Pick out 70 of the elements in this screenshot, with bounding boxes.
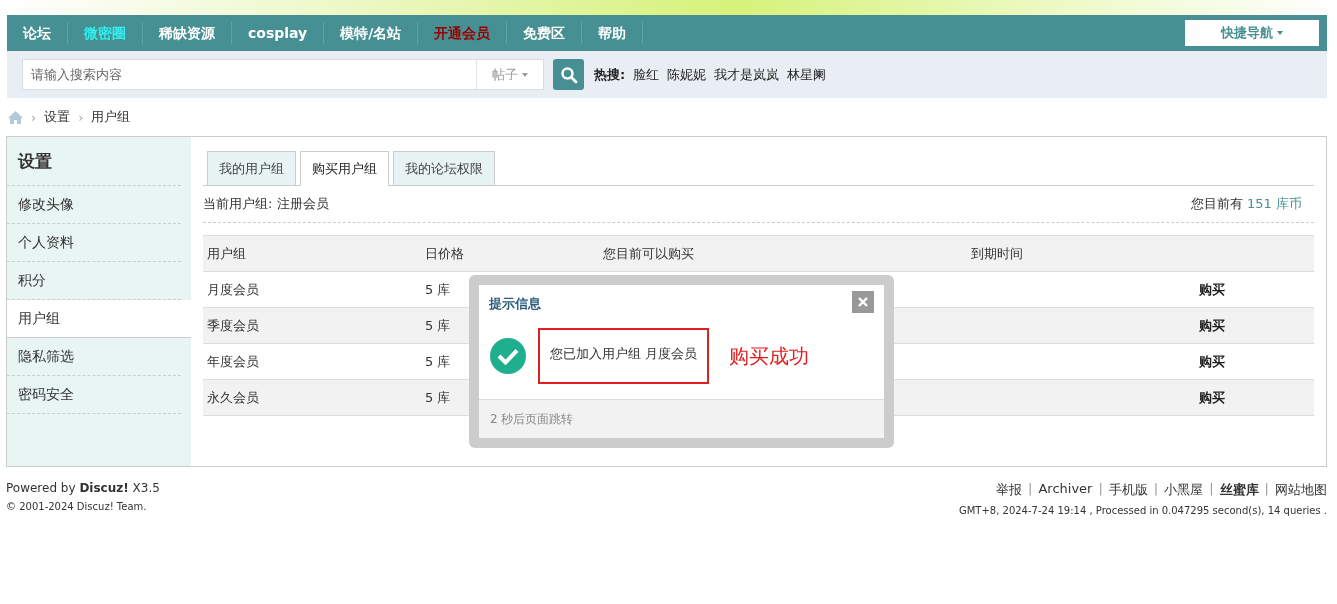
current-group-text: 当前用户组: 注册会员 [203, 195, 329, 213]
table-cell: 5 库 [425, 353, 451, 369]
footer-link[interactable]: 丝蜜库 [1219, 481, 1259, 499]
buy-link[interactable]: 购买 [1149, 317, 1225, 333]
table-cell: 年度会员 [207, 353, 259, 369]
column-header: 到期时间 [971, 245, 1023, 261]
hot-search-link[interactable]: 我才是岚岚 [714, 65, 780, 84]
copyright-text: © 2001-2024 Discuz! Team. [6, 501, 148, 512]
table-cell: 季度会员 [207, 317, 259, 333]
sidebar-title: 设置 [7, 137, 181, 186]
link-separator: | [1028, 481, 1033, 498]
footer-link[interactable]: 举报 [996, 481, 1023, 499]
nav-link[interactable]: 帮助 [582, 22, 644, 44]
footer-link[interactable]: 小黑屋 [1164, 481, 1204, 499]
buy-link[interactable]: 购买 [1149, 281, 1225, 297]
quick-nav-button[interactable]: 快捷导航 [1185, 20, 1319, 46]
column-header: 日价格 [425, 245, 464, 261]
annotation-text: 购买成功 [729, 342, 810, 370]
search-icon [559, 65, 578, 84]
balance-value: 151 库币 [1247, 196, 1302, 211]
sidebar-item[interactable]: 隐私筛选 [7, 338, 181, 376]
redirect-text: 2 秒后页面跳转 [490, 410, 574, 428]
balance-label: 您目前有 [1191, 196, 1244, 211]
table-cell: 5 库 [425, 317, 451, 333]
dialog-title: 提示信息 [489, 295, 541, 313]
nav-link[interactable]: cosplay [232, 22, 325, 44]
buy-link[interactable]: 购买 [1149, 389, 1225, 405]
tab[interactable]: 购买用户组 [300, 151, 389, 186]
link-separator: | [1209, 481, 1214, 498]
dialog-message: 您已加入用户组 月度会员 [550, 345, 698, 363]
hot-search-label: 热搜: [594, 65, 626, 84]
table-cell: 月度会员 [207, 281, 259, 297]
column-header: 您目前可以购买 [603, 245, 694, 261]
nav-link[interactable]: 稀缺资源 [143, 22, 232, 44]
table-cell: 永久会员 [207, 389, 259, 405]
buy-link[interactable]: 购买 [1149, 353, 1225, 369]
check-icon [490, 338, 526, 374]
close-button[interactable] [852, 291, 874, 313]
tab[interactable]: 我的用户组 [207, 151, 296, 185]
link-separator: | [1098, 481, 1103, 498]
hot-search-link[interactable]: 陈妮妮 [667, 65, 707, 84]
column-header: 用户组 [207, 245, 246, 261]
caret-icon [522, 72, 528, 77]
sidebar-item[interactable]: 个人资料 [7, 224, 181, 262]
search-button[interactable] [553, 59, 584, 90]
breadcrumb-link[interactable]: 设置 [44, 108, 71, 126]
hot-search-link[interactable]: 脸红 [633, 65, 660, 84]
footer-link[interactable]: 手机版 [1108, 481, 1148, 499]
footer-link[interactable]: 网站地图 [1275, 481, 1327, 499]
home-icon[interactable] [8, 110, 23, 124]
sidebar-item[interactable]: 用户组 [7, 300, 191, 338]
link-separator: | [1264, 481, 1269, 498]
link-separator: | [1153, 481, 1159, 498]
tab[interactable]: 我的论坛权限 [393, 151, 495, 185]
sidebar-item[interactable]: 修改头像 [7, 186, 181, 224]
powered-by-text: Powered by Discuz! X3.5 [6, 481, 160, 495]
nav-link[interactable]: 免费区 [507, 22, 583, 44]
close-icon [858, 297, 868, 307]
breadcrumb-separator: › [31, 109, 37, 125]
server-info-text: GMT+8, 2024-7-24 19:14 , Processed in 0.047295 second(s), 14 queries . [958, 505, 1327, 516]
hot-search-link[interactable]: 林星阑 [787, 65, 827, 84]
footer-link[interactable]: Archiver [1038, 481, 1093, 499]
nav-link[interactable]: 模特/名站 [324, 22, 419, 44]
breadcrumb-separator: › [78, 109, 84, 125]
caret-icon [1277, 31, 1283, 35]
breadcrumb-link[interactable]: 用户组 [91, 108, 131, 126]
table-cell: 5 库 [425, 389, 451, 405]
table-cell: 5 库 [425, 281, 451, 297]
nav-link[interactable]: 论坛 [7, 22, 68, 44]
sidebar-item[interactable]: 密码安全 [7, 376, 181, 414]
